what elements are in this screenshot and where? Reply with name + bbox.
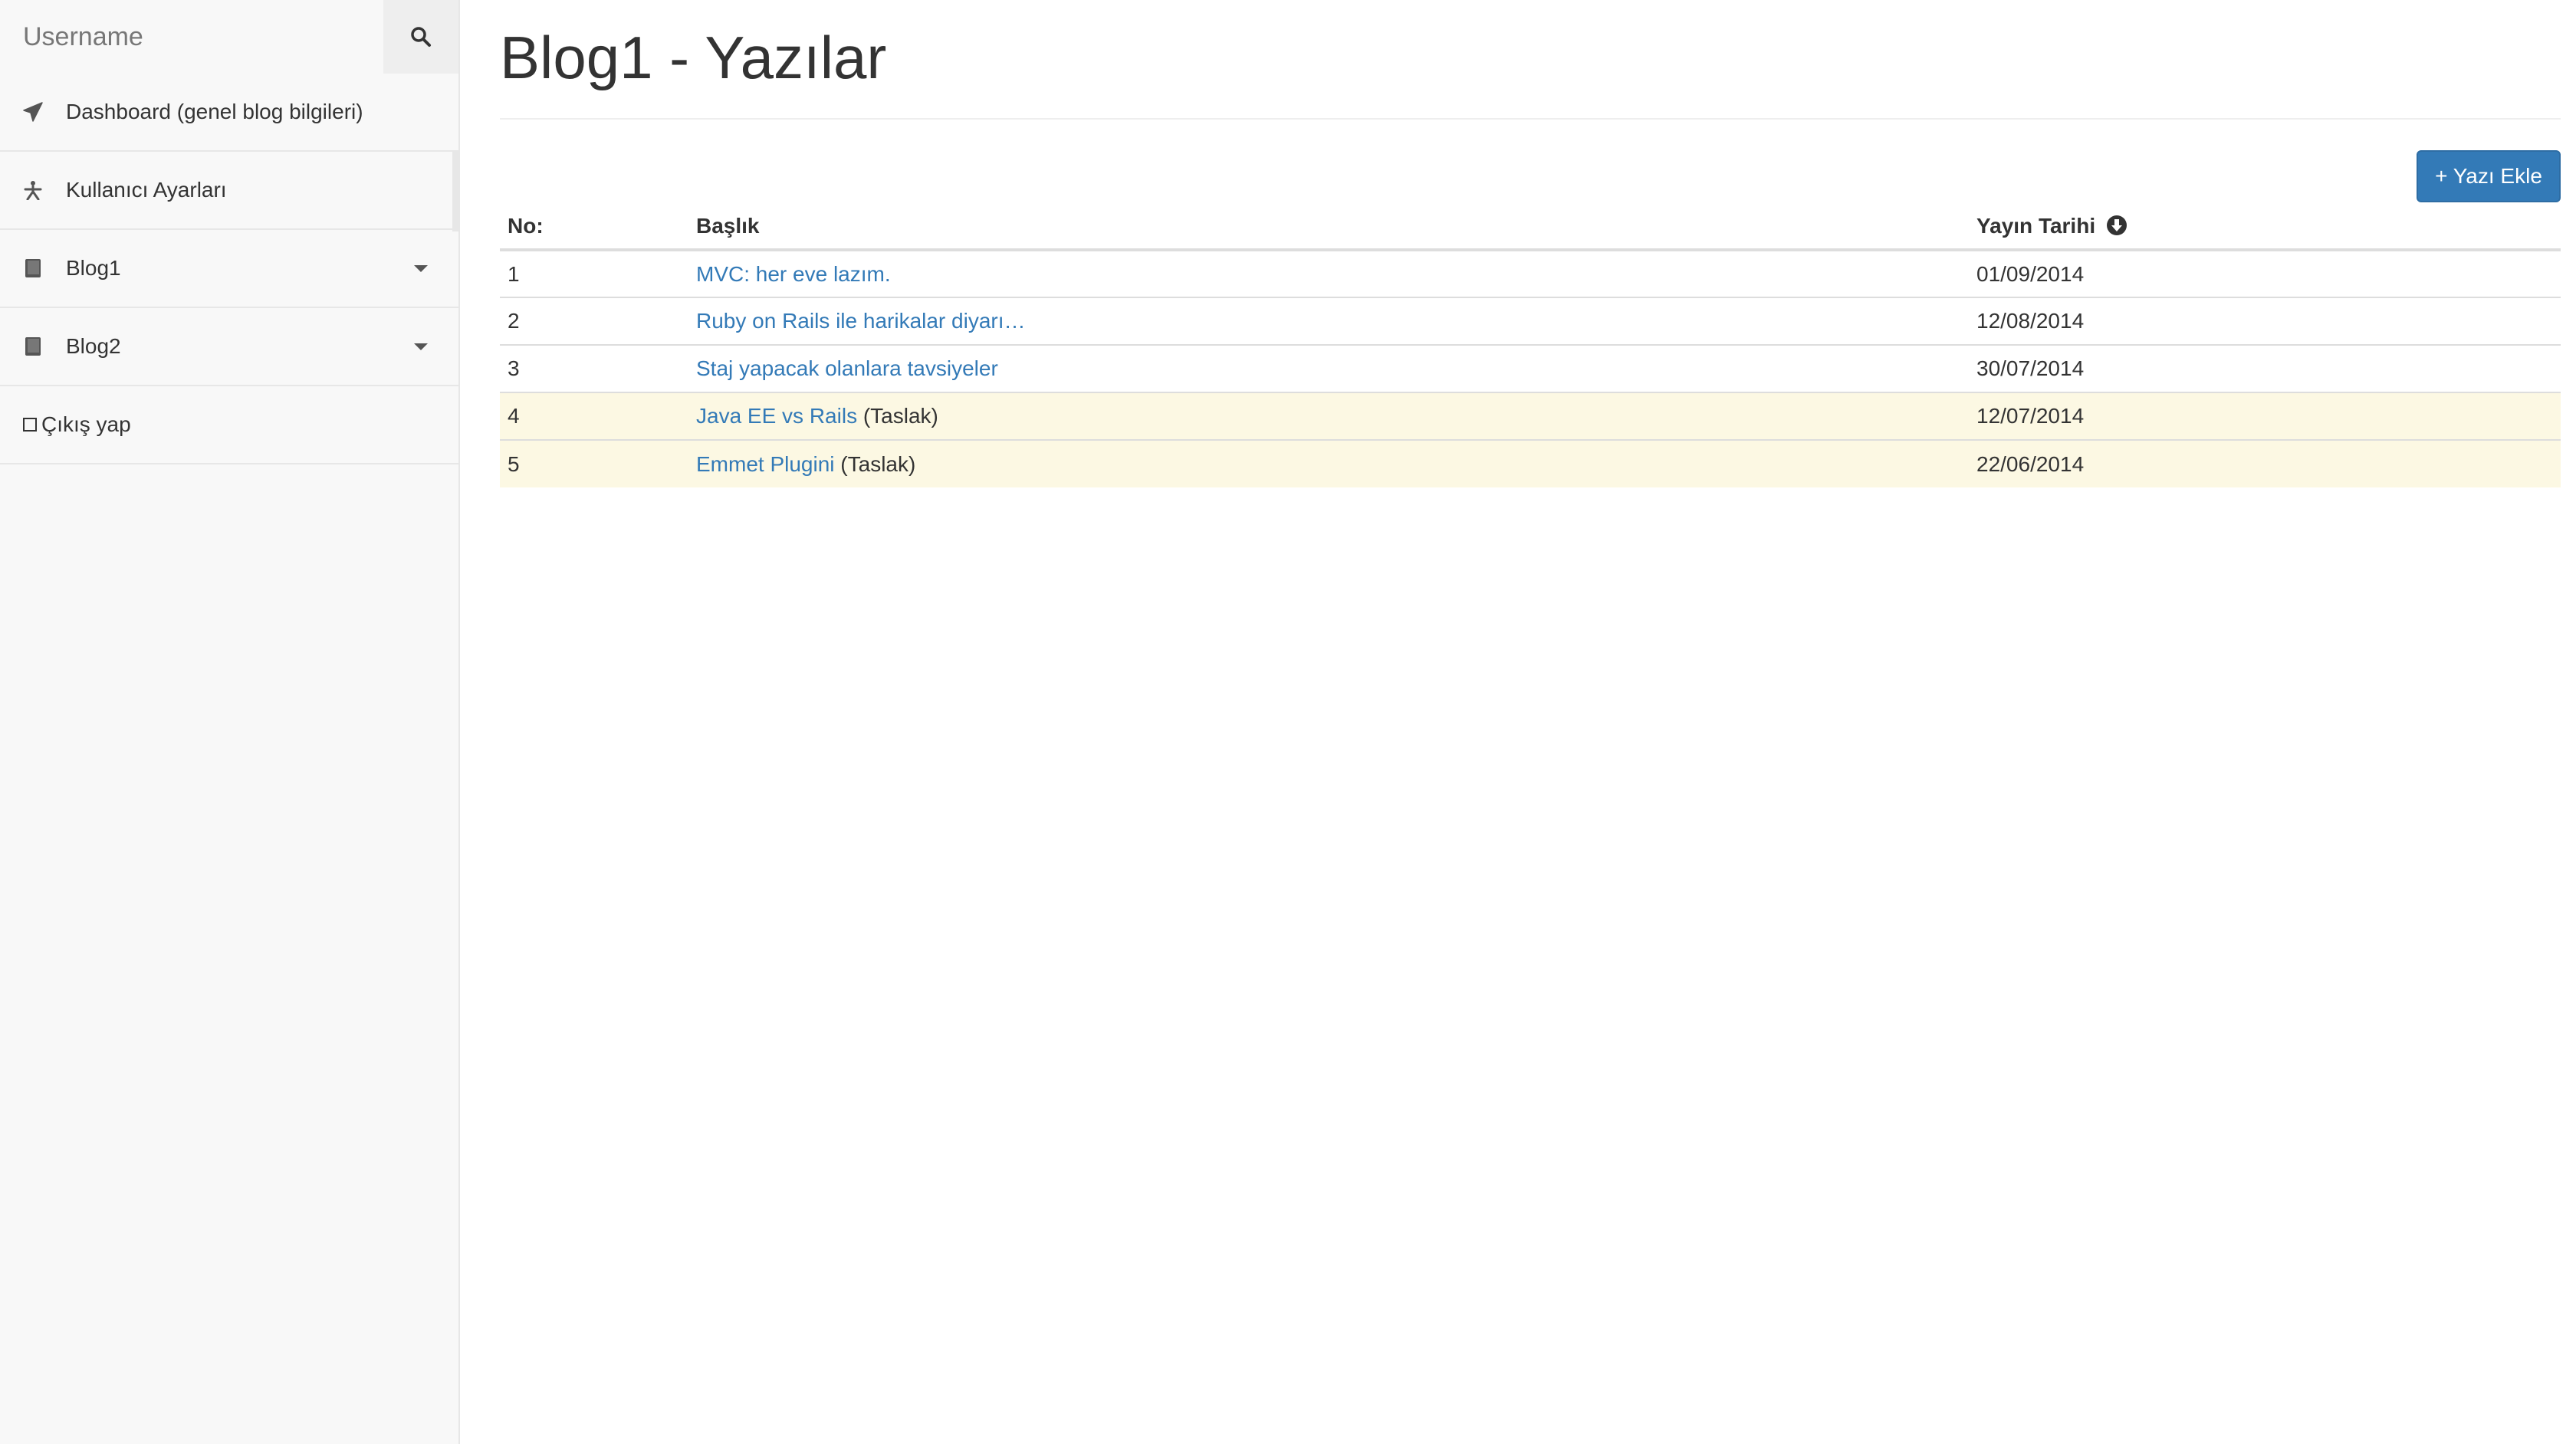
table-row-draft: 5 Emmet Plugini (Taslak) 22/06/2014 [500, 439, 2561, 487]
sidebar-item-label: Blog1 [66, 256, 121, 280]
column-header-date[interactable]: Yayın Tarihi [1969, 204, 2561, 251]
cell-no: 4 [500, 392, 688, 440]
sidebar-item-dashboard[interactable]: Dashboard (genel blog bilgileri) [0, 74, 458, 152]
cell-date: 12/08/2014 [1969, 297, 2561, 345]
column-header-title: Başlık [688, 204, 1969, 251]
title-divider [500, 118, 2561, 120]
cell-date: 01/09/2014 [1969, 249, 2561, 297]
cell-title: Emmet Plugini (Taslak) [688, 439, 1969, 487]
add-post-button[interactable]: + Yazı Ekle [2417, 150, 2561, 202]
cell-date: 22/06/2014 [1969, 439, 2561, 487]
cell-date: 12/07/2014 [1969, 392, 2561, 440]
table-row: 1 MVC: her eve lazım. 01/09/2014 [500, 249, 2561, 297]
post-title-link[interactable]: Emmet Plugini [696, 452, 835, 476]
post-title-link[interactable]: Staj yapacak olanlara tavsiyeler [696, 356, 998, 380]
main-content: Blog1 - Yazılar + Yazı Ekle No: Başlık Y… [460, 0, 2576, 1444]
cell-title: Ruby on Rails ile harikalar diyarı… [688, 297, 1969, 345]
sidebar-item-blog1[interactable]: Blog1 [0, 230, 458, 308]
column-header-date-label: Yayın Tarihi [1976, 214, 2096, 238]
cell-no: 3 [500, 344, 688, 392]
posts-table: No: Başlık Yayın Tarihi 1 MVC: her eve l… [500, 204, 2561, 487]
sidebar-item-label: Çıkış yap [41, 412, 131, 436]
sidebar-item-label: Dashboard (genel blog bilgileri) [66, 100, 363, 123]
search-button[interactable] [383, 0, 458, 74]
column-header-no: No: [500, 204, 688, 251]
table-row: 3 Staj yapacak olanlara tavsiyeler 30/07… [500, 344, 2561, 392]
sort-down-circle-icon[interactable] [2106, 215, 2128, 236]
chevron-down-icon [414, 343, 428, 350]
sidebar-scrollbar[interactable] [452, 152, 458, 231]
post-title-link[interactable]: Ruby on Rails ile harikalar diyarı… [696, 309, 1026, 333]
search-icon [411, 27, 431, 47]
cell-title: Staj yapacak olanlara tavsiyeler [688, 344, 1969, 392]
table-row-draft: 4 Java EE vs Rails (Taslak) 12/07/2014 [500, 392, 2561, 440]
paper-plane-icon [23, 102, 43, 122]
book-icon [23, 336, 43, 356]
cell-title: Java EE vs Rails (Taslak) [688, 392, 1969, 440]
cell-no: 2 [500, 297, 688, 345]
person-icon [23, 180, 43, 200]
draft-label: (Taslak) [840, 451, 916, 476]
sidebar-search [0, 0, 458, 74]
sidebar-item-user-settings[interactable]: Kullanıcı Ayarları [0, 152, 458, 230]
book-icon [23, 258, 43, 278]
table-row: 2 Ruby on Rails ile harikalar diyarı… 12… [500, 297, 2561, 345]
draft-label: (Taslak) [863, 404, 938, 428]
sidebar: Dashboard (genel blog bilgileri) Kullanı… [0, 0, 460, 1444]
sidebar-item-label: Kullanıcı Ayarları [66, 178, 227, 202]
post-title-link[interactable]: MVC: her eve lazım. [696, 262, 891, 286]
table-header-row: No: Başlık Yayın Tarihi [500, 204, 2561, 251]
cell-date: 30/07/2014 [1969, 344, 2561, 392]
username-search-input[interactable] [0, 0, 383, 74]
cell-no: 1 [500, 249, 688, 297]
sidebar-item-label: Blog2 [66, 334, 121, 358]
sidebar-item-blog2[interactable]: Blog2 [0, 308, 458, 386]
cell-no: 5 [500, 439, 688, 487]
square-icon [23, 418, 37, 432]
cell-title: MVC: her eve lazım. [688, 249, 1969, 297]
post-title-link[interactable]: Java EE vs Rails [696, 404, 857, 428]
page-title: Blog1 - Yazılar [500, 24, 887, 91]
sidebar-item-logout[interactable]: Çıkış yap [0, 386, 458, 464]
chevron-down-icon [414, 265, 428, 272]
